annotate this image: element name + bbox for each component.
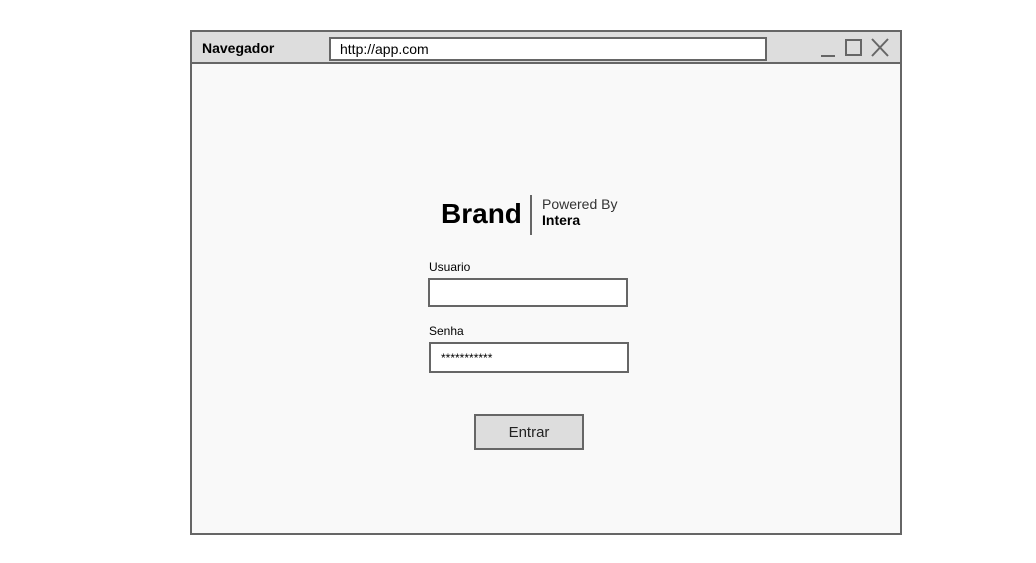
- brand-divider: [530, 195, 532, 235]
- username-input[interactable]: [428, 278, 628, 307]
- window-controls: [818, 37, 890, 59]
- powered-by-company: Intera: [542, 212, 581, 228]
- close-icon[interactable]: [870, 37, 890, 59]
- brand-logo: Brand: [441, 198, 522, 229]
- maximize-icon[interactable]: [844, 37, 864, 59]
- password-input[interactable]: [429, 342, 629, 373]
- username-label: Usuario: [429, 260, 471, 274]
- powered-by-label: Powered By: [542, 196, 618, 212]
- login-button[interactable]: Entrar: [474, 414, 584, 450]
- minimize-icon[interactable]: [818, 37, 838, 59]
- title-bar: Navegador http://app.com: [192, 32, 900, 64]
- window-title: Navegador: [202, 40, 275, 56]
- page-content: Brand Powered By Intera Usuario Senha En…: [192, 64, 900, 533]
- url-bar[interactable]: http://app.com: [329, 37, 767, 61]
- browser-window: Navegador http://app.com Brand Powered B…: [190, 30, 902, 535]
- password-label: Senha: [429, 324, 464, 338]
